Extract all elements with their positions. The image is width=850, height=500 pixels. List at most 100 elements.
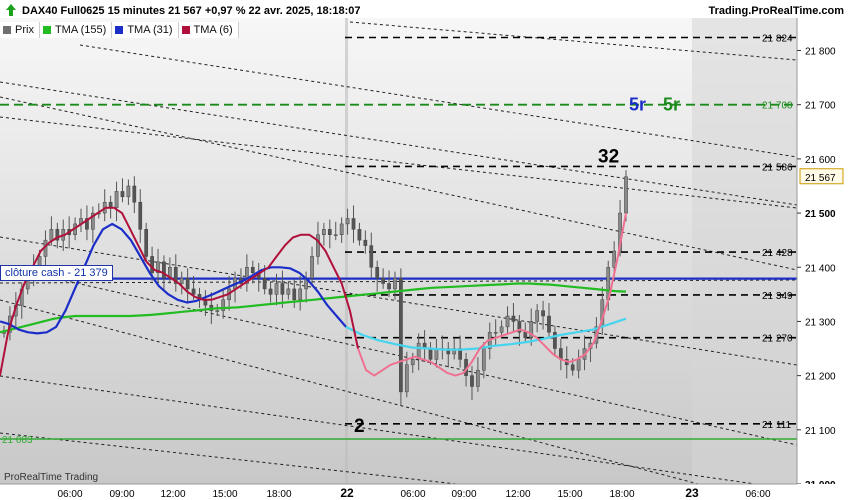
footer-watermark: ProRealTime Trading xyxy=(4,472,99,483)
legend-label: TMA (155) xyxy=(54,24,107,36)
candle-body xyxy=(375,267,380,279)
legend-item-tma31[interactable]: TMA (31) xyxy=(112,22,179,38)
level-label-2: 21 586 xyxy=(762,162,793,173)
candle-body xyxy=(357,229,362,241)
y-tick-label: 21 700 xyxy=(805,101,836,112)
candle-body xyxy=(322,229,326,235)
level-label-5: 21 270 xyxy=(762,334,793,345)
candle-body xyxy=(410,359,415,366)
level-label-4: 21 349 xyxy=(762,291,793,302)
candle-body xyxy=(327,229,332,235)
candle-body xyxy=(553,332,557,349)
y-tick-label: 21 600 xyxy=(805,155,836,166)
candle-body xyxy=(547,315,551,333)
candle-body xyxy=(274,283,279,295)
annotation-2: 2 xyxy=(354,416,365,437)
day-separator xyxy=(345,18,348,484)
legend-item-tma6[interactable]: TMA (6) xyxy=(179,22,239,38)
x-tick-label: 15:00 xyxy=(212,489,237,500)
candle-body xyxy=(333,234,338,236)
last-price-label: 21 567 xyxy=(805,173,836,184)
indicator-legend: Prix TMA (155) TMA (31) TMA (6) xyxy=(0,22,239,38)
chart-window: 32 2 5r 5r 21 824 21 700 21 586 21 428 21 349 21 … xyxy=(0,0,850,500)
level-label-1: 21 700 xyxy=(762,101,793,112)
legend-label: TMA (31) xyxy=(127,24,173,36)
level-label-3: 21 428 xyxy=(762,248,793,259)
candle-body xyxy=(624,176,628,214)
candle-body xyxy=(298,288,303,301)
candle-body xyxy=(576,359,581,371)
candle-body xyxy=(393,277,397,290)
candle-body xyxy=(316,234,320,257)
candle-body xyxy=(387,283,391,290)
candle-body xyxy=(144,229,149,257)
candle-body xyxy=(404,364,409,393)
y-tick-label: 21 400 xyxy=(805,263,836,274)
plot-background xyxy=(0,18,797,484)
candle-body xyxy=(262,277,267,290)
level-label-7: 21 083 xyxy=(2,435,33,446)
x-tick-label: 12:00 xyxy=(505,489,530,500)
legend-item-tma155[interactable]: TMA (155) xyxy=(40,22,113,38)
y-tick-label: 21 300 xyxy=(805,317,836,328)
candle-body xyxy=(114,191,119,208)
candle-body xyxy=(250,267,255,273)
candle-body xyxy=(481,348,486,371)
candle-body xyxy=(185,277,190,290)
candle-body xyxy=(381,277,385,284)
candle-body xyxy=(150,256,154,273)
x-tick-label: 18:00 xyxy=(609,489,634,500)
candle-body xyxy=(535,310,539,322)
candle-body xyxy=(191,288,196,295)
level-label-6: 21 111 xyxy=(762,420,792,431)
x-tick-label: 06:00 xyxy=(400,489,425,500)
x-tick-label: 12:00 xyxy=(160,489,185,500)
candle-body xyxy=(369,245,374,268)
candle-body xyxy=(363,239,368,246)
candle-body xyxy=(541,310,545,317)
tma155-swatch-icon xyxy=(42,26,51,34)
legend-label: Prix xyxy=(15,24,34,36)
y-tick-label: 21 200 xyxy=(805,372,836,383)
y-tick-label: 21 500 xyxy=(805,209,836,220)
tma6-swatch-icon xyxy=(181,26,190,34)
x-tick-label: 22 xyxy=(340,486,354,500)
candle-body xyxy=(570,364,575,371)
candle-body xyxy=(351,218,356,230)
candle-body xyxy=(280,283,285,295)
candle-body xyxy=(505,315,510,328)
y-tick-label: 21 800 xyxy=(805,47,836,58)
price-swatch-icon xyxy=(3,26,11,34)
candle-body xyxy=(499,326,504,333)
candle-body xyxy=(310,256,314,279)
candle-body xyxy=(120,191,125,198)
x-tick-label: 23 xyxy=(685,486,699,500)
legend-label: TMA (6) xyxy=(193,24,233,36)
x-tick-label: 09:00 xyxy=(109,489,134,500)
candle-body xyxy=(476,369,480,387)
cash-close-label: clôture cash - 21 379 xyxy=(0,265,113,281)
annotation-32: 32 xyxy=(598,146,619,167)
chart-header: DAX40 Full0625 15 minutes 21 567 +0,97 %… xyxy=(0,0,850,22)
price-chart[interactable]: 32 2 5r 5r 21 824 21 700 21 586 21 428 21 349 21 … xyxy=(0,0,850,500)
candle-body xyxy=(399,277,403,393)
arrow-up-icon xyxy=(6,4,16,16)
candle-body xyxy=(126,185,131,198)
x-tick-label: 06:00 xyxy=(745,489,770,500)
candle-body xyxy=(493,332,498,334)
legend-item-price[interactable]: Prix xyxy=(0,22,40,38)
tma31-swatch-icon xyxy=(115,26,124,34)
annotation-5r-blue: 5r xyxy=(629,95,646,115)
x-tick-label: 09:00 xyxy=(451,489,476,500)
brand-label: Trading.ProRealTime.com xyxy=(708,5,844,17)
candle-body xyxy=(511,315,516,322)
candle-body xyxy=(523,332,528,338)
candle-body xyxy=(179,277,184,284)
candle-body xyxy=(286,288,291,295)
annotation-5r-green: 5r xyxy=(663,95,680,115)
candle-body xyxy=(428,348,433,360)
candle-body xyxy=(345,218,350,225)
y-tick-label: 21 100 xyxy=(805,426,836,437)
candle-body xyxy=(132,185,137,203)
candle-body xyxy=(268,288,273,295)
